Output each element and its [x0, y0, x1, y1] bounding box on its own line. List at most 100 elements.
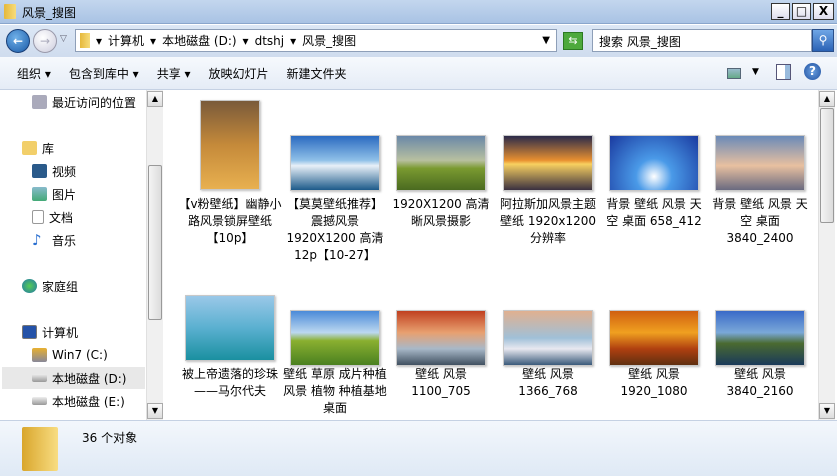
nav-label: 视频 [52, 164, 77, 179]
history-dropdown-icon[interactable]: ▽ [60, 34, 67, 44]
nav-music[interactable]: ♪ 音乐 [32, 229, 76, 251]
forward-button[interactable]: → [33, 29, 57, 53]
nav-label: Win7 (C:) [52, 348, 108, 362]
share-button[interactable]: 共享 ▾ [148, 65, 200, 82]
file-thumbnail[interactable] [503, 310, 593, 366]
file-name[interactable]: 【v粉壁纸】幽静小路风景锁屏壁纸 【10p】 [178, 196, 282, 247]
search-icon[interactable]: ⚲ [812, 29, 834, 52]
status-bar: 36 个对象 [0, 420, 837, 476]
maximize-button[interactable]: □ [792, 3, 811, 20]
file-thumbnail[interactable] [609, 135, 699, 191]
drive-icon [32, 374, 47, 382]
file-name[interactable]: 阿拉斯加风景主题壁纸 1920x1200分辨率 [496, 196, 600, 247]
nav-library[interactable]: 库 [22, 137, 54, 159]
nav-label: 音乐 [52, 233, 77, 248]
object-count: 36 个对象 [82, 431, 138, 445]
file-thumbnail[interactable] [290, 135, 380, 191]
search-input[interactable]: 搜索 风景_搜图 [592, 29, 812, 52]
file-thumbnail[interactable] [185, 295, 275, 361]
title-bar: 风景_搜图 _ □ X [0, 0, 837, 24]
nav-label: 家庭组 [42, 279, 79, 294]
file-thumbnail[interactable] [715, 135, 805, 191]
file-thumbnail[interactable] [715, 310, 805, 366]
file-name[interactable]: 壁纸 风景 1366_768 [496, 366, 600, 400]
breadcrumb-current[interactable]: 风景_搜图 [302, 32, 356, 49]
folder-icon [80, 33, 90, 48]
scroll-up-button[interactable]: ▲ [147, 91, 163, 107]
scroll-down-button[interactable]: ▼ [819, 403, 835, 419]
nav-drive-d[interactable]: 本地磁盘 (D:) [2, 367, 145, 389]
minimize-button[interactable]: _ [771, 3, 790, 20]
window-title: 风景_搜图 [22, 6, 77, 20]
file-thumbnail[interactable] [503, 135, 593, 191]
help-icon[interactable]: ? [804, 63, 821, 80]
documents-icon [32, 210, 44, 224]
nav-scrollbar[interactable]: ▲ ▼ [146, 90, 163, 420]
breadcrumb-drive-d[interactable]: 本地磁盘 (D:) [162, 32, 236, 49]
file-thumbnail[interactable] [290, 310, 380, 366]
nav-label: 文档 [49, 210, 74, 225]
include-in-library-button[interactable]: 包含到库中 ▾ [60, 65, 148, 82]
breadcrumb-computer[interactable]: 计算机 [108, 32, 144, 49]
file-name[interactable]: 1920X1200 高清晰风景摄影 [389, 196, 493, 230]
back-button[interactable]: ← [6, 29, 30, 53]
folder-icon [4, 4, 16, 19]
music-icon: ♪ [32, 231, 42, 249]
file-name[interactable]: 背景 壁纸 风景 天空 桌面 3840_2400 [708, 196, 812, 247]
new-folder-button[interactable]: 新建文件夹 [278, 65, 356, 82]
file-name[interactable]: 背景 壁纸 风景 天空 桌面 658_412 [602, 196, 706, 230]
nav-label: 最近访问的位置 [52, 95, 137, 110]
content-scrollbar[interactable]: ▲ ▼ [818, 90, 835, 420]
drive-icon [32, 397, 47, 405]
nav-documents[interactable]: 文档 [32, 206, 73, 228]
nav-label: 库 [42, 141, 55, 156]
nav-video[interactable]: 视频 [32, 160, 76, 182]
file-name[interactable]: 被上帝遗落的珍珠——马尔代夫 [178, 366, 282, 400]
nav-label: 本地磁盘 (D:) [52, 371, 127, 386]
nav-homegroup[interactable]: 家庭组 [22, 275, 78, 297]
organize-button[interactable]: 组织 ▾ [8, 65, 60, 82]
recent-places-icon [32, 95, 47, 109]
nav-label: 本地磁盘 (E:) [52, 394, 125, 409]
file-thumbnail[interactable] [200, 100, 260, 190]
file-name[interactable]: 壁纸 草原 成片种植 风景 植物 种植基地 桌面 [283, 366, 387, 417]
file-name[interactable]: 壁纸 风景 1100_705 [389, 366, 493, 400]
toolbar: 组织 ▾ 包含到库中 ▾ 共享 ▾ 放映幻灯片 新建文件夹 ▼ ? [0, 57, 837, 90]
breadcrumb-arrow[interactable]: ▾ [96, 34, 102, 48]
file-name[interactable]: 壁纸 风景 1920_1080 [602, 366, 706, 400]
file-thumbnail[interactable] [396, 310, 486, 366]
file-thumbnail[interactable] [609, 310, 699, 366]
library-icon [22, 141, 37, 155]
system-drive-icon [32, 348, 47, 362]
preview-pane-icon[interactable] [776, 64, 791, 80]
nav-drive-c[interactable]: Win7 (C:) [32, 344, 108, 366]
breadcrumb-dtshj[interactable]: dtshj [255, 34, 285, 48]
scroll-down-button[interactable]: ▼ [147, 403, 163, 419]
navigation-pane: 最近访问的位置 库 视频 图片 文档 ♪ 音乐 家庭组 计算机 Win7 (C:)… [0, 90, 162, 420]
nav-label: 图片 [52, 187, 77, 202]
address-bar[interactable]: ▾ 计算机 ▾ 本地磁盘 (D:) ▾ dtshj ▾ 风景_搜图 ▼ [75, 29, 557, 52]
scroll-up-button[interactable]: ▲ [819, 91, 835, 107]
address-dropdown-icon[interactable]: ▼ [542, 35, 550, 46]
scroll-thumb[interactable] [148, 165, 162, 320]
address-row: ← → ▽ ▾ 计算机 ▾ 本地磁盘 (D:) ▾ dtshj ▾ 风景_搜图 ▼ ⇆… [0, 25, 837, 57]
nav-computer[interactable]: 计算机 [22, 321, 78, 343]
nav-recent-places[interactable]: 最近访问的位置 [32, 91, 136, 113]
homegroup-icon [22, 279, 37, 293]
file-name[interactable]: 【莫莫壁纸推荐】震撼风景 1920X1200 高清12p【10-27】 [283, 196, 387, 264]
nav-pictures[interactable]: 图片 [32, 183, 76, 205]
scroll-thumb[interactable] [820, 108, 834, 223]
folder-icon [22, 427, 58, 471]
slideshow-button[interactable]: 放映幻灯片 [200, 65, 278, 82]
pictures-icon [32, 187, 47, 201]
video-icon [32, 164, 47, 178]
refresh-button[interactable]: ⇆ [563, 32, 583, 50]
nav-label: 计算机 [42, 325, 79, 340]
view-dropdown-icon[interactable]: ▼ [752, 67, 759, 77]
computer-icon [22, 325, 37, 339]
close-button[interactable]: X [813, 3, 834, 20]
file-name[interactable]: 壁纸 风景 3840_2160 [708, 366, 812, 400]
file-thumbnail[interactable] [396, 135, 486, 191]
view-options-icon[interactable] [727, 68, 741, 79]
nav-drive-e[interactable]: 本地磁盘 (E:) [32, 390, 125, 412]
